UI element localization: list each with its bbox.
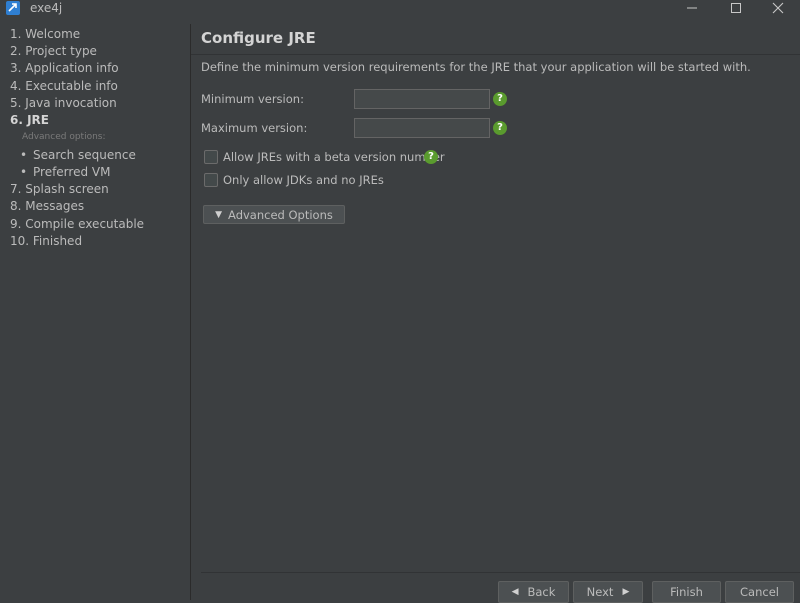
wizard-steps-sidebar: 1. Welcome 2. Project type 3. Applicatio… [0,24,190,600]
help-icon[interactable]: ? [424,150,438,164]
allow-beta-jres-option[interactable]: Allow JREs with a beta version number [204,150,445,164]
back-label: Back [527,585,556,599]
sidebar-item-application-info[interactable]: 3. Application info [10,61,119,75]
sidebar-item-finished[interactable]: 10. Finished [10,234,82,248]
close-button[interactable] [756,0,800,16]
title-bar: exe4j [0,0,800,16]
sidebar-subitem-preferred-vm[interactable]: • Preferred VM [20,165,110,179]
cancel-label: Cancel [740,585,779,599]
header-divider [191,54,800,55]
maximum-version-input[interactable] [354,118,490,138]
triangle-down-icon: ▼ [215,209,223,220]
footer-divider [201,572,800,573]
sidebar-item-compile-executable[interactable]: 9. Compile executable [10,217,144,231]
arrow-right-icon: ▶ [622,587,630,597]
page-title: Configure JRE [201,29,316,47]
help-icon[interactable]: ? [493,121,507,135]
sidebar-divider [190,24,191,600]
finish-label: Finish [670,585,703,599]
sidebar-item-messages[interactable]: 8. Messages [10,199,84,213]
advanced-options-label: Advanced Options [228,207,333,222]
sidebar-item-splash-screen[interactable]: 7. Splash screen [10,182,109,196]
allow-beta-jres-label: Allow JREs with a beta version number [223,150,445,164]
sidebar-subitem-search-sequence[interactable]: • Search sequence [20,148,136,162]
only-jdks-checkbox[interactable] [204,173,218,187]
bullet-icon: • [20,148,28,162]
arrow-left-icon: ◀ [511,587,519,597]
minimum-version-label: Minimum version: [201,92,304,106]
sidebar-subitem-label: Search sequence [33,148,136,162]
minimize-button[interactable] [670,0,714,16]
allow-beta-jres-checkbox[interactable] [204,150,218,164]
advanced-options-heading: Advanced options: [22,132,106,142]
next-label: Next [586,585,614,599]
sidebar-item-welcome[interactable]: 1. Welcome [10,27,80,41]
only-jdks-label: Only allow JDKs and no JREs [223,173,384,187]
maximize-button[interactable] [714,0,758,16]
only-jdks-option[interactable]: Only allow JDKs and no JREs [204,173,384,187]
sidebar-item-executable-info[interactable]: 4. Executable info [10,79,118,93]
sidebar-item-jre[interactable]: 6. JRE [10,113,49,127]
page-description: Define the minimum version requirements … [201,60,751,74]
page-header: Configure JRE [191,24,800,56]
minimum-version-input[interactable] [354,89,490,109]
sidebar-subitem-label: Preferred VM [33,165,111,179]
window-title: exe4j [30,1,63,15]
sidebar-item-project-type[interactable]: 2. Project type [10,44,97,58]
help-icon[interactable]: ? [493,92,507,106]
app-logo-icon [6,1,20,15]
advanced-options-button[interactable]: ▼ Advanced Options [203,205,345,224]
maximum-version-label: Maximum version: [201,121,308,135]
sidebar-item-java-invocation[interactable]: 5. Java invocation [10,96,117,110]
bullet-icon: • [20,165,28,179]
